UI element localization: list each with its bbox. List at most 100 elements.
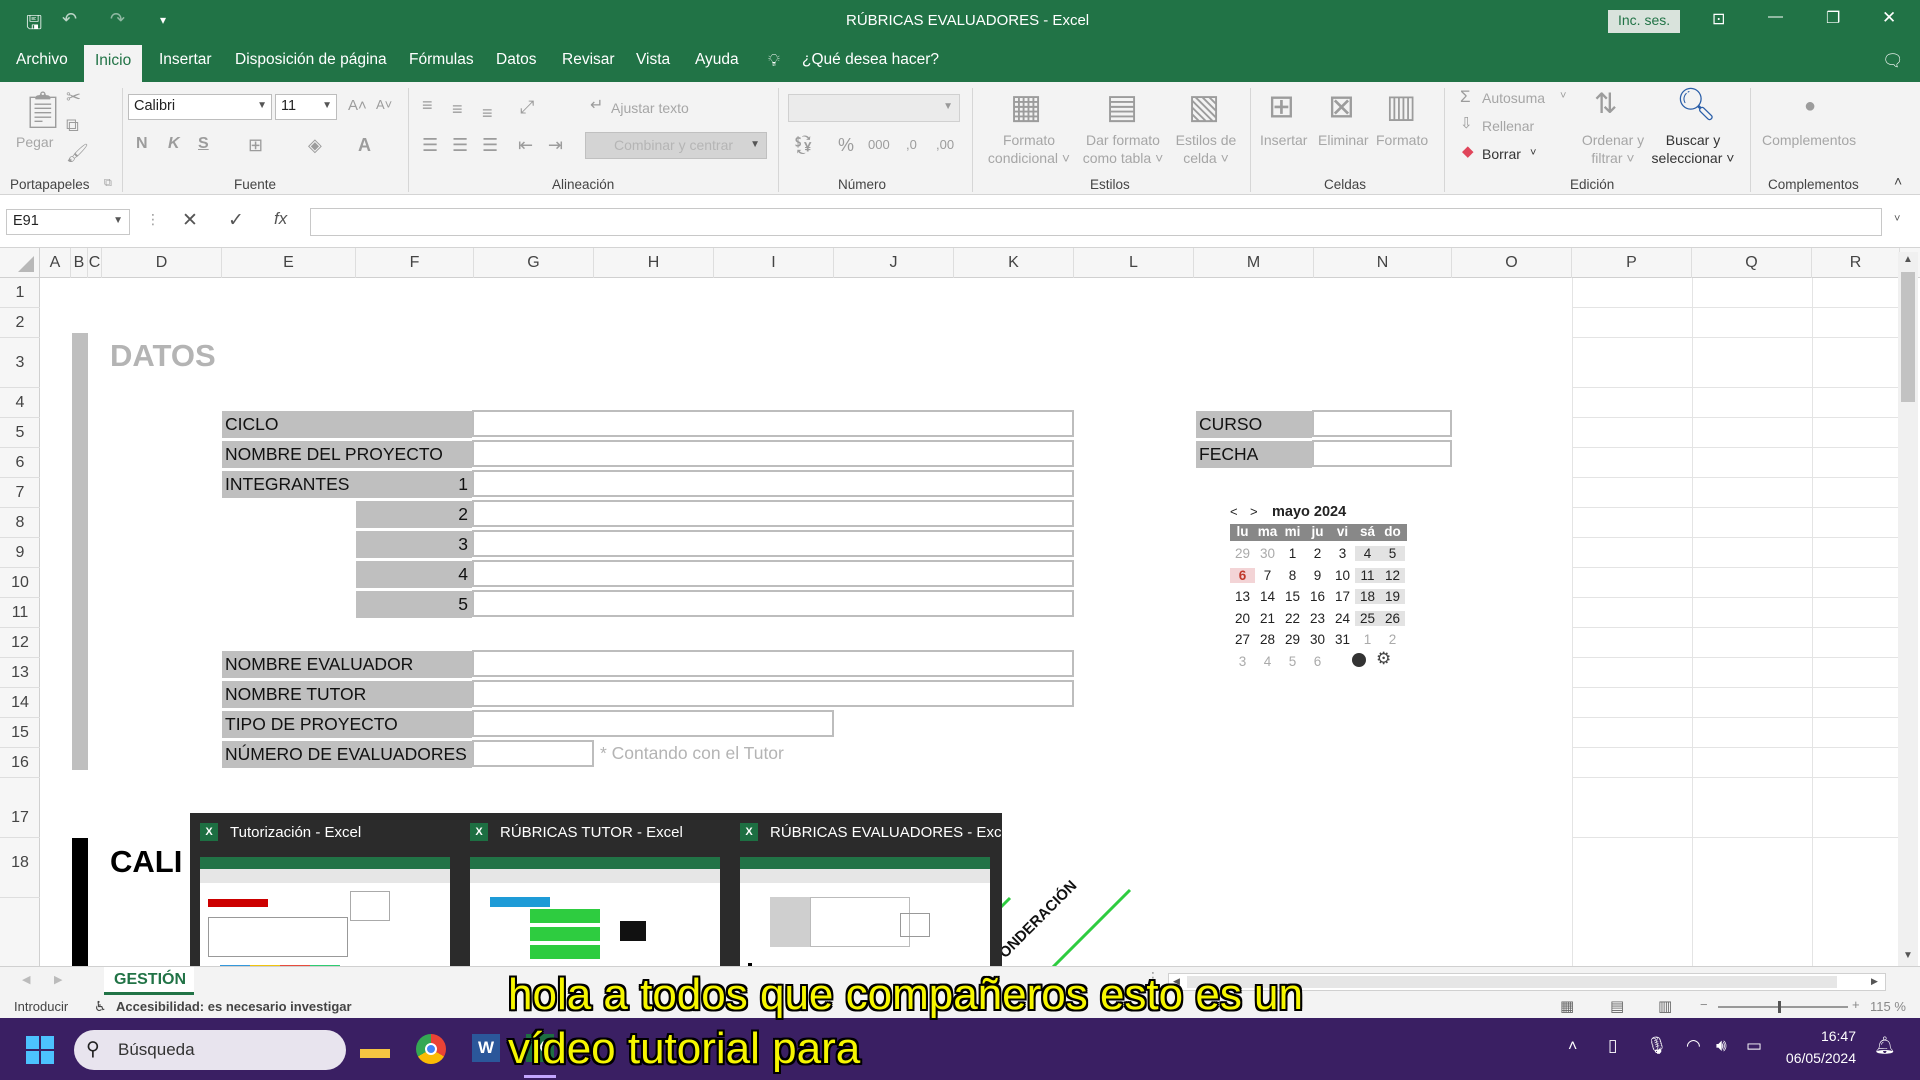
align-middle-icon[interactable]: ≡ <box>452 100 463 118</box>
zoom-level[interactable]: 115 % <box>1870 999 1906 1014</box>
row-header-7[interactable]: 7 <box>0 478 40 508</box>
zoom-slider-thumb[interactable] <box>1778 1001 1781 1013</box>
underline-button[interactable]: S <box>198 136 209 152</box>
windows-start-icon[interactable] <box>26 1036 54 1064</box>
accessibility-status[interactable]: Accesibilidad: es necesario investigar <box>116 999 352 1014</box>
format-as-table-icon[interactable]: ▤ <box>1106 90 1138 124</box>
calendar-day[interactable]: 26 <box>1380 610 1405 626</box>
row-header-13[interactable]: 13 <box>0 658 40 688</box>
row-header-17[interactable]: 17 <box>0 778 40 838</box>
chrome-icon[interactable] <box>416 1034 446 1064</box>
tab-datos[interactable]: Datos <box>496 51 537 69</box>
select-all-button[interactable] <box>0 248 40 278</box>
zoom-out-button[interactable]: − <box>1700 997 1708 1012</box>
calendar-day[interactable]: 4 <box>1255 654 1280 669</box>
normal-view-icon[interactable]: ▦ <box>1560 997 1574 1015</box>
column-header-q[interactable]: Q <box>1692 248 1812 278</box>
calendar-day[interactable]: 19 <box>1380 589 1405 604</box>
calendar-day[interactable]: 3 <box>1330 546 1355 561</box>
copy-icon[interactable]: ⧉ <box>66 116 79 134</box>
sign-in-button[interactable]: Inc. ses. <box>1608 10 1681 33</box>
dialog-launcher-icon[interactable]: ⧉ <box>104 178 112 189</box>
calendar-day[interactable]: 6 <box>1305 654 1330 669</box>
column-header-n[interactable]: N <box>1314 248 1452 278</box>
delete-cells-button[interactable]: Eliminar <box>1318 132 1369 150</box>
customize-quick-access-icon[interactable]: ▾ <box>160 13 166 27</box>
align-top-icon[interactable]: ≡ <box>422 96 433 114</box>
volume-icon[interactable]: 🔊︎ <box>1716 1036 1727 1056</box>
row-header-15[interactable]: 15 <box>0 718 40 748</box>
font-size-combo[interactable]: 11 ▼ <box>275 94 337 120</box>
orientation-icon[interactable]: ⤢ <box>520 98 534 116</box>
microphone-icon[interactable]: 🎙︎ <box>1646 1036 1668 1056</box>
align-right-icon[interactable]: ☰ <box>482 136 498 154</box>
calendar-day[interactable]: 14 <box>1255 589 1280 604</box>
zoom-slider[interactable] <box>1718 1001 1848 1013</box>
calendar-day[interactable]: 5 <box>1280 654 1305 669</box>
page-layout-view-icon[interactable]: ▤ <box>1610 997 1624 1015</box>
redo-icon[interactable]: ↷ <box>110 9 125 30</box>
row-header-12[interactable]: 12 <box>0 628 40 658</box>
column-header-f[interactable]: F <box>356 248 474 278</box>
autosum-icon[interactable]: Σ <box>1460 88 1471 105</box>
clear-button[interactable]: Borrar <box>1482 146 1521 164</box>
row-header-1[interactable]: 1 <box>0 278 40 308</box>
row-header-10[interactable]: 10 <box>0 568 40 598</box>
scroll-tabs-right-icon[interactable]: ▶ <box>54 973 62 986</box>
column-header-i[interactable]: I <box>714 248 834 278</box>
conditional-format-icon[interactable]: ▦ <box>1010 90 1042 124</box>
calendar-day[interactable]: 27 <box>1230 632 1255 647</box>
vertical-scrollbar[interactable]: ▲ ▼ <box>1898 252 1918 966</box>
delete-cells-icon[interactable]: ⊠ <box>1328 90 1355 122</box>
autosum-button[interactable]: Autosuma <box>1482 90 1545 108</box>
sheet-tab-gestion[interactable]: GESTIÓN <box>104 967 194 995</box>
calendar-day[interactable]: 30 <box>1305 632 1330 647</box>
tell-me-search[interactable]: ¿Qué desea hacer? <box>802 51 939 69</box>
name-box[interactable]: E91 ▼ <box>6 209 130 235</box>
calendar-day[interactable]: 8 <box>1280 568 1305 583</box>
taskbar-search-box[interactable]: ⚲ Búsqueda <box>74 1030 346 1070</box>
input-fecha[interactable] <box>1312 440 1452 467</box>
calendar-next-button[interactable]: > <box>1250 504 1258 519</box>
chevron-down-icon[interactable]: ˅ <box>1560 91 1566 102</box>
calendar-day[interactable]: 31 <box>1330 632 1355 647</box>
cell-styles-button[interactable]: Estilos de celda ˅ <box>1166 132 1246 167</box>
decrease-indent-icon[interactable]: ⇤ <box>518 136 533 154</box>
calendar-day[interactable]: 5 <box>1380 546 1405 561</box>
tab-formulas[interactable]: Fórmulas <box>409 51 474 69</box>
cut-icon[interactable]: ✂ <box>66 88 81 106</box>
zoom-in-button[interactable]: + <box>1852 997 1860 1012</box>
calendar-day[interactable]: 18 <box>1355 589 1380 604</box>
tab-insertar[interactable]: Insertar <box>159 51 212 69</box>
fill-button[interactable]: Rellenar <box>1482 118 1534 136</box>
calendar-day[interactable]: 9 <box>1305 568 1330 583</box>
chevron-down-icon[interactable]: ˅ <box>1530 148 1536 159</box>
tab-inicio[interactable]: Inicio <box>84 45 143 82</box>
collapse-ribbon-icon[interactable]: ˄ <box>1894 174 1902 188</box>
find-select-button[interactable]: Buscar y seleccionar ˅ <box>1648 132 1738 167</box>
fill-color-icon[interactable]: ◈ <box>308 136 322 154</box>
row-header-5[interactable]: 5 <box>0 418 40 448</box>
italic-button[interactable]: K <box>168 136 180 152</box>
column-header-j[interactable]: J <box>834 248 954 278</box>
column-header-d[interactable]: D <box>102 248 222 278</box>
decrease-decimal-icon[interactable]: ,00 <box>936 138 954 151</box>
calendar-day[interactable]: 15 <box>1280 589 1305 604</box>
add-ins-button[interactable]: Complementos <box>1762 132 1856 150</box>
calendar-day[interactable]: 1 <box>1355 632 1380 647</box>
column-header-e[interactable]: E <box>222 248 356 278</box>
cancel-icon[interactable]: ✕ <box>182 209 198 232</box>
accessibility-icon[interactable]: ♿︎ <box>94 998 107 1015</box>
save-icon[interactable]: 🖫 <box>26 9 42 41</box>
calendar-day[interactable]: 23 <box>1305 611 1330 626</box>
align-bottom-icon[interactable]: ≡ <box>482 104 493 122</box>
input-integrante-4[interactable] <box>472 560 1074 587</box>
sort-filter-button[interactable]: Ordenar y filtrar ˅ <box>1578 132 1648 167</box>
fill-down-icon[interactable]: ⇩ <box>1460 116 1473 131</box>
input-ciclo[interactable] <box>472 410 1074 437</box>
shrink-font-icon[interactable]: A˅ <box>376 98 392 111</box>
taskbar-date[interactable]: 06/05/2024 <box>1780 1050 1856 1066</box>
column-header-o[interactable]: O <box>1452 248 1572 278</box>
calendar-day[interactable]: 24 <box>1330 611 1355 626</box>
calendar-day[interactable]: 29 <box>1230 546 1255 561</box>
